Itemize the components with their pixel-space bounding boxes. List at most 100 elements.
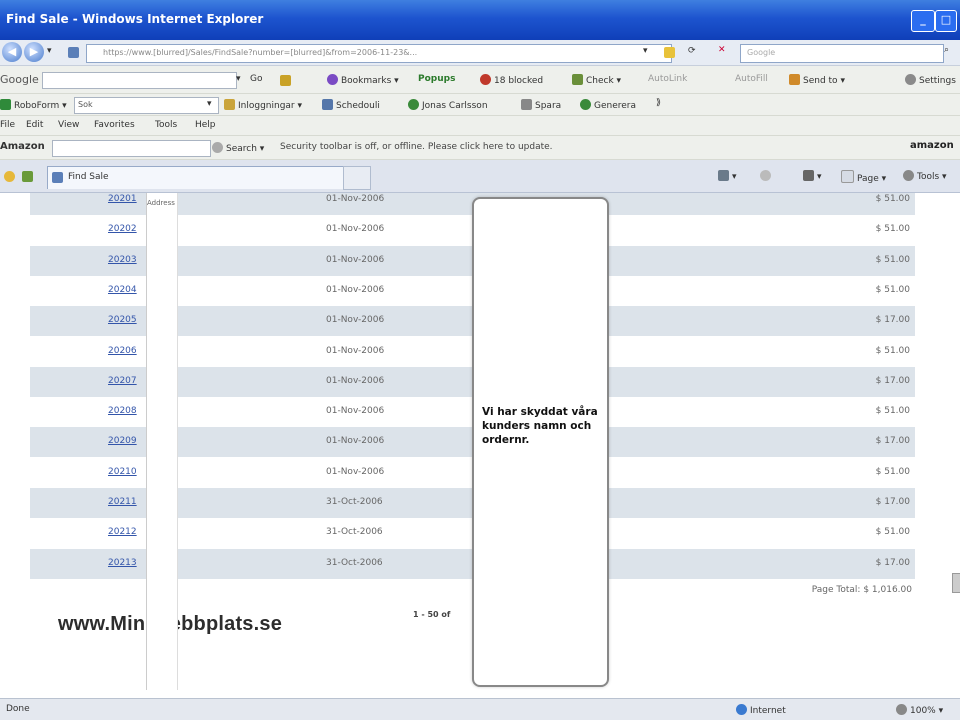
sale-date: 01-Nov-2006 — [326, 406, 385, 416]
menu-tools[interactable]: Tools — [155, 120, 177, 130]
sale-id-link[interactable]: 20208 — [108, 406, 137, 416]
google-search-dropdown-icon[interactable]: ▾ — [236, 74, 241, 84]
menu-file[interactable]: File — [0, 120, 15, 130]
sale-amount: $ 51.00 — [875, 285, 910, 295]
sale-amount: $ 17.00 — [875, 315, 910, 325]
sale-id-link[interactable]: 20201 — [108, 194, 137, 204]
add-favorites-icon[interactable] — [22, 171, 33, 182]
sale-amount: $ 17.00 — [875, 436, 910, 446]
tools-gear-icon — [903, 170, 914, 181]
address-bar: ◀ ▶ ▾ https://www.[blurred]/Sales/FindSa… — [0, 40, 960, 66]
menu-favorites[interactable]: Favorites — [94, 120, 135, 130]
sale-date: 01-Nov-2006 — [326, 467, 385, 477]
back-button[interactable]: ◀ — [2, 42, 22, 62]
star-icon — [327, 74, 338, 85]
print-button[interactable]: ▾ — [803, 170, 822, 182]
sale-id-link[interactable]: 20203 — [108, 255, 137, 265]
search-input[interactable]: Google — [740, 44, 944, 63]
tools-menu-button[interactable]: Tools ▾ — [903, 170, 947, 182]
maximize-button[interactable]: □ — [935, 10, 957, 32]
sale-date: 01-Nov-2006 — [326, 194, 385, 204]
sale-amount: $ 51.00 — [875, 224, 910, 234]
sale-amount: $ 17.00 — [875, 497, 910, 507]
popups-label: Popups — [418, 74, 456, 84]
more-icon[interactable]: ⟫ — [656, 98, 661, 108]
stop-icon[interactable]: ✕ — [718, 45, 726, 55]
forward-button[interactable]: ▶ — [24, 42, 44, 62]
settings-button[interactable]: Settings — [905, 74, 956, 86]
menu-help[interactable]: Help — [195, 120, 216, 130]
links-search-input[interactable]: Sok — [74, 97, 219, 114]
page-menu-button[interactable]: Page ▾ — [841, 170, 886, 184]
feeds-icon — [760, 170, 771, 181]
url-field[interactable]: https://www.[blurred]/Sales/FindSale?num… — [86, 44, 672, 63]
sale-date: 31-Oct-2006 — [326, 497, 383, 507]
link-jonas-carlsson[interactable]: Jonas Carlsson — [408, 99, 488, 111]
person-icon — [408, 99, 419, 110]
globe-icon — [736, 704, 747, 715]
tab-row: Find Sale ▾ ▾ Page ▾ Tools ▾ — [0, 160, 960, 193]
send-to-button[interactable]: Send to ▾ — [789, 74, 845, 86]
google-logo: Google — [0, 73, 39, 86]
sale-id-link[interactable]: 20202 — [108, 224, 137, 234]
links-search-dropdown-icon[interactable]: ▾ — [207, 99, 212, 109]
sale-date: 31-Oct-2006 — [326, 527, 383, 537]
sale-id-link[interactable]: 20207 — [108, 376, 137, 386]
google-go-button[interactable]: Go — [250, 74, 262, 84]
new-tab-button[interactable] — [343, 166, 371, 190]
tab-find-sale[interactable]: Find Sale — [47, 166, 365, 189]
menu-edit[interactable]: Edit — [26, 120, 43, 130]
menu-bar: File Edit View Favorites Tools Help — [0, 116, 960, 136]
sale-date: 01-Nov-2006 — [326, 224, 385, 234]
roboform-button[interactable]: RoboForm ▾ — [0, 99, 67, 111]
refresh-icon[interactable]: ⟳ — [688, 46, 696, 56]
status-bar: Done Internet 100% ▾ — [0, 698, 960, 720]
zoom-icon — [896, 704, 907, 715]
amazon-logo: amazon — [910, 140, 954, 151]
sale-id-link[interactable]: 20213 — [108, 558, 137, 568]
sale-id-link[interactable]: 20209 — [108, 436, 137, 446]
sale-amount: $ 51.00 — [875, 194, 910, 204]
popup-blocker-button[interactable]: 18 blocked — [480, 74, 543, 86]
block-icon — [480, 74, 491, 85]
zoom-button[interactable]: 100% ▾ — [896, 704, 943, 716]
page-total: Page Total: $ 1,016.00 — [811, 585, 912, 595]
amazon-search-button[interactable]: Search ▾ — [212, 142, 264, 154]
autolink-button[interactable]: AutoLink — [648, 74, 687, 84]
page-icon — [68, 47, 79, 58]
link-inloggningar[interactable]: Inloggningar ▾ — [224, 99, 302, 111]
sale-id-link[interactable]: 20211 — [108, 497, 137, 507]
url-dropdown-icon[interactable]: ▾ — [643, 46, 648, 56]
google-search-input[interactable] — [42, 72, 237, 89]
feeds-button[interactable] — [760, 170, 774, 182]
favorites-star-icon[interactable] — [4, 171, 15, 182]
scroll-handle[interactable] — [952, 573, 960, 593]
amazon-search-input[interactable] — [52, 140, 211, 157]
bookmarks-button[interactable]: Bookmarks ▾ — [327, 74, 399, 86]
link-spara[interactable]: Spara — [521, 99, 561, 111]
sale-id-link[interactable]: 20210 — [108, 467, 137, 477]
amazon-toolbar-label: Amazon — [0, 141, 45, 152]
autofill-button[interactable]: AutoFill — [735, 74, 768, 84]
home-icon — [718, 170, 729, 181]
toolbar-icon[interactable] — [280, 75, 291, 86]
sale-id-link[interactable]: 20212 — [108, 527, 137, 537]
history-dropdown-icon[interactable]: ▾ — [47, 46, 52, 56]
sale-date: 31-Oct-2006 — [326, 558, 383, 568]
sale-id-link[interactable]: 20204 — [108, 285, 137, 295]
search-icon[interactable]: ⌕ — [944, 45, 949, 55]
sale-date: 01-Nov-2006 — [326, 376, 385, 386]
check-button[interactable]: Check ▾ — [572, 74, 621, 86]
link-generera[interactable]: Generera — [580, 99, 636, 111]
privacy-overlay: Vi har skyddat våra kunders namn och ord… — [472, 197, 609, 687]
lock-icon[interactable] — [664, 47, 675, 58]
home-button[interactable]: ▾ — [718, 170, 737, 182]
sale-id-link[interactable]: 20205 — [108, 315, 137, 325]
link-schedouli[interactable]: Schedouli — [322, 99, 380, 111]
minimize-button[interactable]: _ — [911, 10, 935, 32]
menu-view[interactable]: View — [58, 120, 79, 130]
sale-date: 01-Nov-2006 — [326, 285, 385, 295]
amazon-status-text[interactable]: Security toolbar is off, or offline. Ple… — [280, 142, 553, 152]
sale-amount: $ 51.00 — [875, 406, 910, 416]
sale-id-link[interactable]: 20206 — [108, 346, 137, 356]
